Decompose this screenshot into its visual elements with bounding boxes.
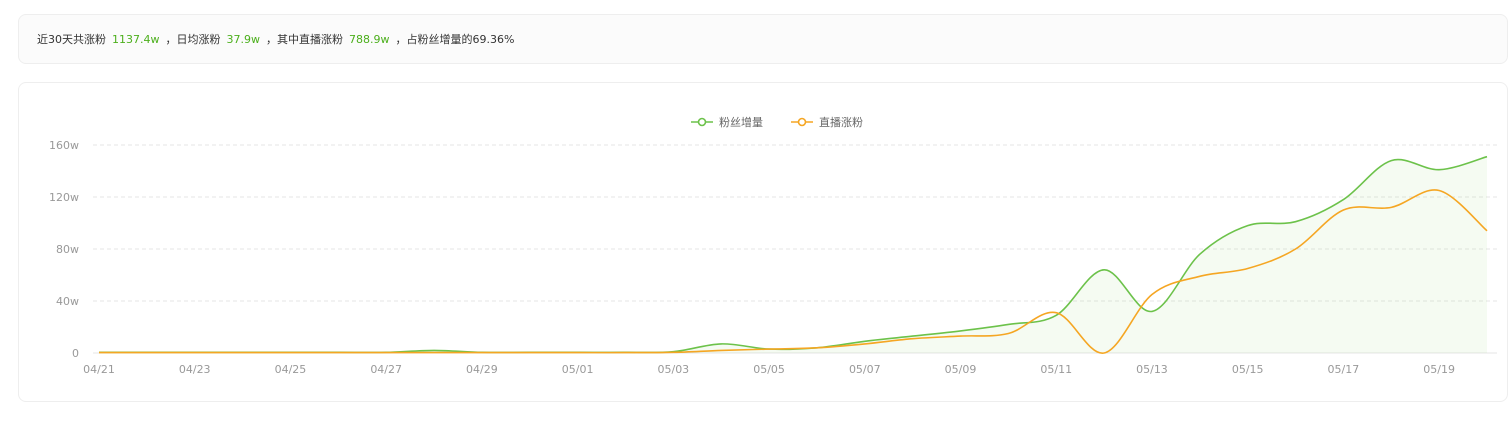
x-tick-label: 04/21 xyxy=(83,363,115,376)
data-point xyxy=(672,351,674,353)
chart-card: 0 40w 80w 120w 160w 04/21 04/23 04/25 04/27 04/29… xyxy=(18,82,1508,402)
data-point xyxy=(816,347,818,349)
x-tick-label: 04/27 xyxy=(370,363,402,376)
legend-marker-icon xyxy=(697,117,707,127)
legend-marker-icon xyxy=(797,117,807,127)
data-point xyxy=(481,351,483,353)
data-point xyxy=(241,351,243,353)
data-point xyxy=(864,343,866,345)
data-point xyxy=(1103,352,1105,354)
legend-item: 粉丝增量 xyxy=(691,115,763,129)
y-tick-label: 40w xyxy=(56,295,79,308)
data-point xyxy=(864,340,866,342)
data-point xyxy=(1246,267,1248,269)
x-tick-label: 05/09 xyxy=(945,363,977,376)
data-point xyxy=(98,351,100,353)
data-point xyxy=(576,351,578,353)
data-point xyxy=(385,351,387,353)
total-fans-value: 1137.4w xyxy=(112,32,160,46)
data-point xyxy=(1055,314,1057,316)
data-point xyxy=(1007,332,1009,334)
summary-sep-1: ，日均涨粉 xyxy=(165,33,221,46)
x-tick-label: 05/19 xyxy=(1423,363,1455,376)
data-point xyxy=(1342,198,1344,200)
x-tick-label: 05/05 xyxy=(753,363,785,376)
data-point xyxy=(289,351,291,353)
series-area xyxy=(99,156,1487,353)
data-point xyxy=(1390,206,1392,208)
data-point xyxy=(911,338,913,340)
data-point xyxy=(1438,169,1440,171)
y-tick-label: 120w xyxy=(49,191,79,204)
x-tick-label: 05/01 xyxy=(562,363,594,376)
data-point xyxy=(911,335,913,337)
data-point xyxy=(1294,221,1296,223)
data-point xyxy=(1342,209,1344,211)
y-tick-label: 0 xyxy=(72,347,79,360)
x-tick-label: 05/13 xyxy=(1136,363,1168,376)
x-tick-label: 05/11 xyxy=(1040,363,1072,376)
data-point xyxy=(529,351,531,353)
summary-suffix: ，占粉丝增量的69.36% xyxy=(395,33,515,46)
x-tick-label: 05/15 xyxy=(1232,363,1264,376)
y-tick-label: 160w xyxy=(49,139,79,152)
x-tick-label: 04/29 xyxy=(466,363,498,376)
data-point xyxy=(337,351,339,353)
legend-label: 粉丝增量 xyxy=(719,115,763,129)
x-tick-label: 05/03 xyxy=(657,363,689,376)
daily-fans-value: 37.9w xyxy=(226,32,261,46)
data-point xyxy=(1007,323,1009,325)
summary-sep-2: ，其中直播涨粉 xyxy=(266,33,343,46)
data-point xyxy=(146,351,148,353)
summary-bar: 近30天共涨粉 1137.4w ，日均涨粉 37.9w ，其中直播涨粉 788.… xyxy=(18,14,1508,64)
data-point xyxy=(768,348,770,350)
data-point xyxy=(1486,156,1488,158)
data-point xyxy=(1246,224,1248,226)
data-point xyxy=(720,343,722,345)
data-point xyxy=(1438,189,1440,191)
legend-label: 直播涨粉 xyxy=(819,115,863,129)
legend-item: 直播涨粉 xyxy=(791,115,863,129)
data-point xyxy=(433,349,435,351)
data-point xyxy=(720,349,722,351)
data-point xyxy=(1151,293,1153,295)
data-point xyxy=(1103,269,1105,271)
data-point xyxy=(1055,312,1057,314)
live-fans-value: 788.9w xyxy=(349,32,390,46)
x-tick-label: 05/17 xyxy=(1328,363,1360,376)
x-tick-label: 04/25 xyxy=(275,363,307,376)
data-point xyxy=(1151,310,1153,312)
data-point xyxy=(1390,159,1392,161)
x-tick-label: 05/07 xyxy=(849,363,881,376)
data-point xyxy=(1486,230,1488,232)
data-point xyxy=(1199,275,1201,277)
data-point xyxy=(624,351,626,353)
y-tick-label: 80w xyxy=(56,243,79,256)
summary-prefix: 近30天共涨粉 xyxy=(37,33,106,46)
fans-line-chart: 0 40w 80w 120w 160w 04/21 04/23 04/25 04/27 04/29… xyxy=(49,115,1497,376)
data-point xyxy=(959,330,961,332)
x-tick-label: 04/23 xyxy=(179,363,211,376)
data-point xyxy=(1294,248,1296,250)
data-point xyxy=(959,335,961,337)
data-point xyxy=(1199,253,1201,255)
data-point xyxy=(194,351,196,353)
data-point xyxy=(433,351,435,353)
